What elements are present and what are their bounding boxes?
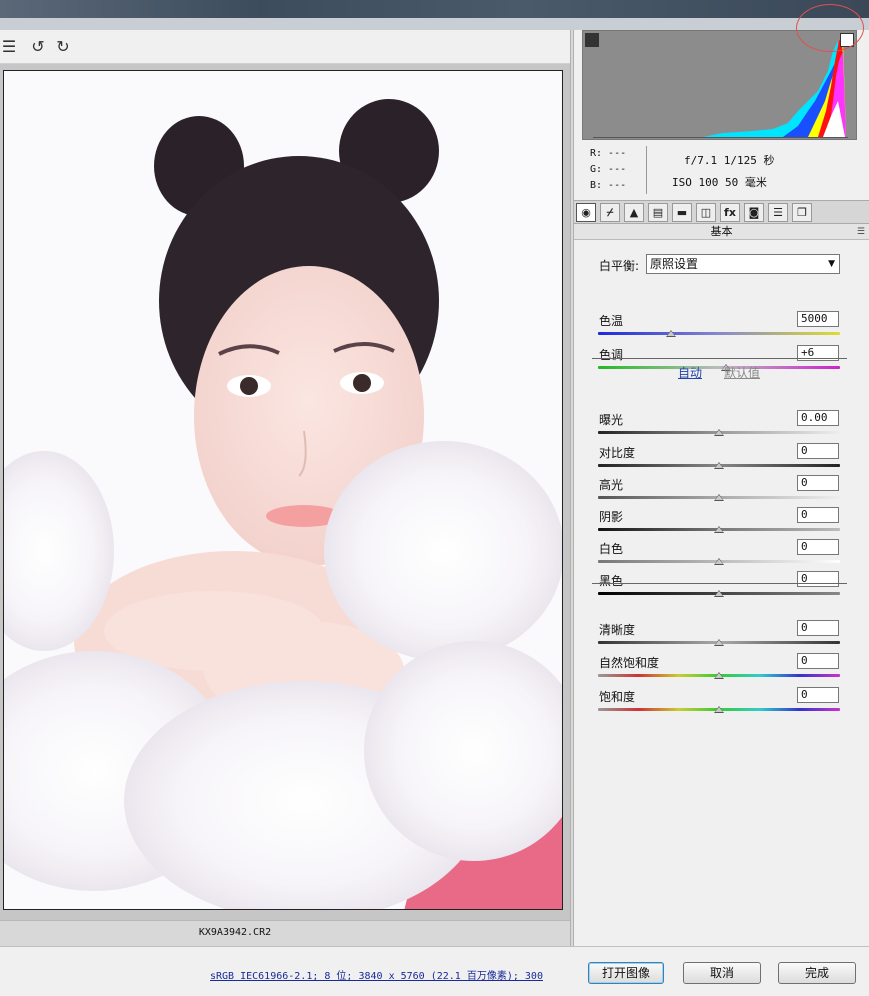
tab-6[interactable]: ◫ [696, 203, 716, 222]
slider-value-input[interactable]: 0 [797, 475, 839, 491]
slider-label: 色调 [599, 348, 624, 362]
slider-label: 自然饱和度 [599, 656, 660, 670]
workflow-options-link[interactable]: sRGB IEC61966-2.1; 8 位; 3840 x 5760 (22.… [210, 967, 543, 982]
filename-bar: KX9A3942.CR2 [0, 920, 570, 946]
slider-thumb[interactable] [714, 706, 724, 713]
exif-iso-focal: ISO 100 50 毫米 [672, 176, 767, 189]
slider-value-input[interactable]: 0 [797, 443, 839, 459]
slider-thumb[interactable] [714, 590, 724, 597]
tab-4[interactable]: ▤ [648, 203, 668, 222]
slider-thumb[interactable] [665, 330, 676, 337]
slider-label: 曝光 [599, 413, 624, 427]
slider-label: 黑色 [599, 574, 624, 588]
rotate-right-icon[interactable]: ↻ [54, 38, 72, 56]
white-balance-label: 白平衡: [599, 259, 640, 273]
rotate-left-icon[interactable]: ↺ [29, 38, 47, 56]
bottom-bar: sRGB IEC61966-2.1; 8 位; 3840 x 5760 (22.… [0, 946, 869, 996]
info-readout: R: --- G: --- B: --- f/7.1 1/125 秒 ISO 1… [582, 144, 862, 198]
filename-label: KX9A3942.CR2 [198, 927, 272, 938]
slider-track[interactable] [598, 332, 840, 335]
readout-g: G: --- [590, 164, 627, 175]
open-image-button[interactable]: 打开图像 [588, 962, 664, 984]
slider-thumb[interactable] [714, 429, 724, 436]
readout-r: R: --- [590, 148, 627, 159]
slider-value-input[interactable]: 0 [797, 539, 839, 555]
tab-8[interactable]: ◙ [744, 203, 764, 222]
image-preview-area [0, 64, 570, 920]
white-balance-select[interactable]: 原照设置 ▼ [646, 254, 840, 274]
tab-10[interactable]: ❐ [792, 203, 812, 222]
slider-thumb[interactable] [714, 462, 724, 469]
slider-value-input[interactable]: 0.00 [797, 410, 839, 426]
shadow-clipping-warning-icon[interactable] [585, 33, 599, 47]
slider-value-input[interactable]: 0 [797, 687, 839, 703]
exif-aperture-shutter: f/7.1 1/125 秒 [684, 154, 775, 167]
slider-label: 饱和度 [599, 690, 636, 704]
slider-label: 阴影 [599, 510, 624, 524]
photo-preview[interactable] [3, 70, 563, 910]
panel-tabs: ◉ ⌿ ▲ ▤ ▬ ◫ fx ◙ ☰ ❐ [574, 200, 869, 224]
slider-thumb[interactable] [714, 639, 724, 646]
slider-label: 白色 [599, 542, 624, 556]
chevron-down-icon: ▼ [828, 259, 835, 269]
list-icon[interactable]: ☰ [0, 38, 18, 56]
divider-1 [592, 358, 847, 359]
window-title-bar [0, 0, 869, 18]
slider-label: 清晰度 [599, 623, 636, 637]
annotation-circle [796, 4, 864, 52]
readout-separator [646, 146, 647, 194]
slider-label: 对比度 [599, 446, 636, 460]
tab-7[interactable]: fx [720, 203, 740, 222]
tab-2[interactable]: ⌿ [600, 203, 620, 222]
slider-thumb[interactable] [714, 558, 724, 565]
cancel-button[interactable]: 取消 [683, 962, 761, 984]
auto-button[interactable]: 自动 [678, 364, 702, 381]
portrait-image [4, 71, 562, 909]
tab-3[interactable]: ▲ [624, 203, 644, 222]
done-button[interactable]: 完成 [778, 962, 856, 984]
slider-label: 色温 [599, 314, 624, 328]
white-balance-value: 原照设置 [650, 257, 699, 271]
panel-menu-icon[interactable]: ☰ [857, 225, 865, 240]
tab-9[interactable]: ☰ [768, 203, 788, 222]
slider-value-input[interactable]: 0 [797, 653, 839, 669]
slider-track[interactable] [598, 366, 840, 369]
tab-5[interactable]: ▬ [672, 203, 692, 222]
tab-1[interactable]: ◉ [576, 203, 596, 222]
slider-thumb[interactable] [714, 672, 724, 679]
slider-value-input[interactable]: 0 [797, 507, 839, 523]
slider-value-input[interactable]: 0 [797, 571, 839, 587]
adjustment-panel: R: --- G: --- B: --- f/7.1 1/125 秒 ISO 1… [574, 4, 869, 946]
slider-value-input[interactable]: 0 [797, 620, 839, 636]
slider-thumb[interactable] [714, 526, 724, 533]
slider-thumb[interactable] [714, 494, 724, 501]
basic-panel: 白平衡: 原照设置 ▼ 色温 5000 色调 +6 曝光 0.00 对比度 0 高光 0 阴影 0 白色… [574, 240, 869, 946]
default-button[interactable]: 默认值 [724, 364, 760, 381]
title-strip [0, 18, 869, 30]
section-title: 基本 [710, 225, 733, 238]
section-header: 基本 ☰ [574, 224, 869, 240]
slider-label: 高光 [599, 478, 624, 492]
slider-value-input[interactable]: 5000 [797, 311, 839, 327]
divider-2 [592, 583, 847, 584]
image-toolbar: ☰ ↺ ↻ [0, 30, 570, 64]
readout-b: B: --- [590, 180, 627, 191]
